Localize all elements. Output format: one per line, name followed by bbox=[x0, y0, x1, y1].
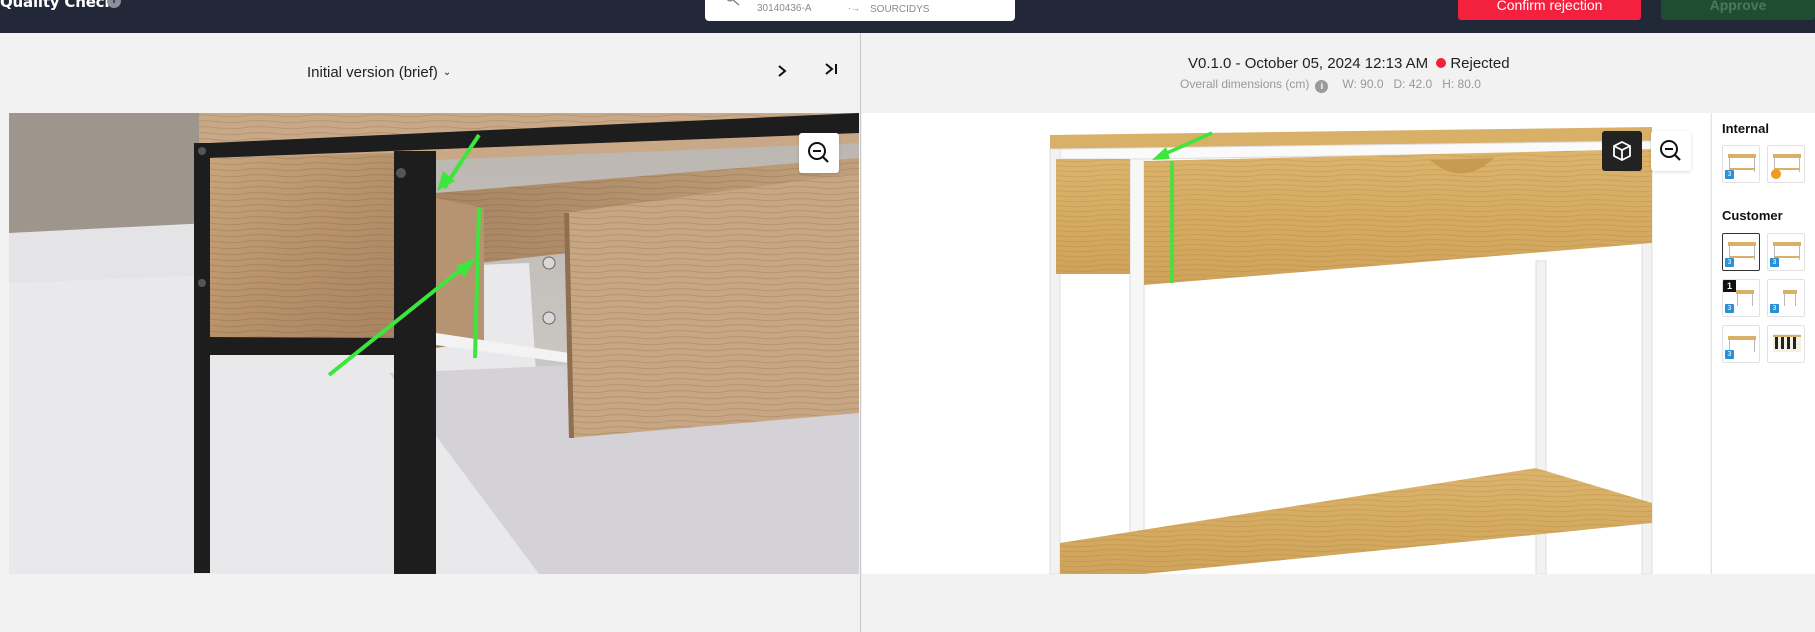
zoom-out-button[interactable] bbox=[1651, 131, 1691, 171]
render-image[interactable] bbox=[862, 113, 1710, 574]
customer-title: Customer bbox=[1722, 208, 1783, 223]
3d-view-button[interactable] bbox=[1602, 131, 1642, 171]
brief-photo bbox=[9, 113, 859, 574]
thumbnail-customer-5[interactable]: 3 bbox=[1722, 325, 1760, 363]
thumbnail-count-badge: 1 bbox=[1723, 280, 1736, 292]
chevron-right-icon bbox=[778, 65, 787, 77]
thumbnail-customer-6[interactable] bbox=[1767, 325, 1805, 363]
zoom-out-icon bbox=[808, 142, 829, 163]
thumbnail-internal-1[interactable]: 3 bbox=[1722, 145, 1760, 183]
version-info: V0.1.0 - October 05, 2024 12:13 AM Rejec… bbox=[1188, 55, 1510, 72]
thumbnail-badge: 3 bbox=[1770, 304, 1779, 313]
version-select-label: Initial version (brief) bbox=[307, 64, 438, 81]
thumbnail-customer-3[interactable]: 1 3 bbox=[1722, 279, 1760, 317]
confirm-rejection-button[interactable]: Confirm rejection bbox=[1458, 0, 1641, 20]
dim-height: H: 80.0 bbox=[1442, 77, 1481, 91]
brief-image[interactable] bbox=[9, 113, 859, 574]
skip-last-icon bbox=[825, 63, 837, 75]
thumbnail-customer-4[interactable]: 3 bbox=[1767, 279, 1805, 317]
thumbnail-customer-1[interactable]: 3 bbox=[1722, 233, 1760, 271]
app-title: Quality Check bbox=[0, 0, 115, 11]
thumbnail-internal-2[interactable] bbox=[1767, 145, 1805, 183]
thumbnail-badge: 3 bbox=[1770, 258, 1779, 267]
info-icon[interactable]: i bbox=[107, 0, 121, 8]
product-card[interactable]: 30140436-A ·→ SOURCIDYS bbox=[705, 0, 1015, 21]
zoom-out-button[interactable] bbox=[799, 133, 839, 173]
status-label: Rejected bbox=[1450, 55, 1510, 72]
dimensions: Overall dimensions (cm) i W: 90.0 D: 42.0 H:… bbox=[1180, 77, 1491, 93]
blender-icon bbox=[1771, 169, 1781, 179]
version-info-text: V0.1.0 - October 05, 2024 12:13 AM bbox=[1188, 55, 1429, 72]
top-bar: Quality Check i 30140436-A ·→ SOURCIDYS … bbox=[0, 0, 1815, 33]
info-icon[interactable]: i bbox=[1315, 80, 1329, 93]
thumbnail-image bbox=[1773, 334, 1801, 352]
source-label: SOURCIDYS bbox=[870, 4, 930, 15]
dims-label: Overall dimensions (cm) bbox=[1180, 77, 1310, 91]
dim-depth: D: 42.0 bbox=[1393, 77, 1433, 91]
thumbnail-badge: 3 bbox=[1725, 258, 1734, 267]
thumbnail-badge: 3 bbox=[1725, 350, 1734, 359]
render-photo bbox=[1049, 127, 1653, 574]
internal-title: Internal bbox=[1722, 121, 1769, 136]
thumbnail-badge: 3 bbox=[1725, 304, 1734, 313]
approve-button[interactable]: Approve bbox=[1661, 0, 1815, 20]
key-icon bbox=[727, 0, 740, 6]
sku-label: 30140436-A bbox=[757, 3, 812, 14]
status-dot bbox=[1436, 58, 1447, 68]
version-select[interactable]: Initial version (brief) ⌄ bbox=[307, 64, 451, 81]
last-button[interactable] bbox=[824, 62, 840, 80]
thumbnail-badge: 3 bbox=[1725, 170, 1734, 179]
chevron-down-icon: ⌄ bbox=[442, 67, 452, 78]
zoom-out-icon bbox=[1660, 140, 1681, 161]
next-button[interactable] bbox=[774, 62, 790, 83]
dim-width: W: 90.0 bbox=[1342, 77, 1384, 91]
thumbnail-customer-2[interactable]: 3 bbox=[1767, 233, 1805, 271]
panel-divider bbox=[860, 33, 861, 632]
cube-icon bbox=[1613, 140, 1631, 162]
arrow-icon: ·→ bbox=[848, 3, 860, 13]
thumbnail-panel: Internal 3 Customer 3 3 1 3 3 3 bbox=[1711, 113, 1815, 574]
